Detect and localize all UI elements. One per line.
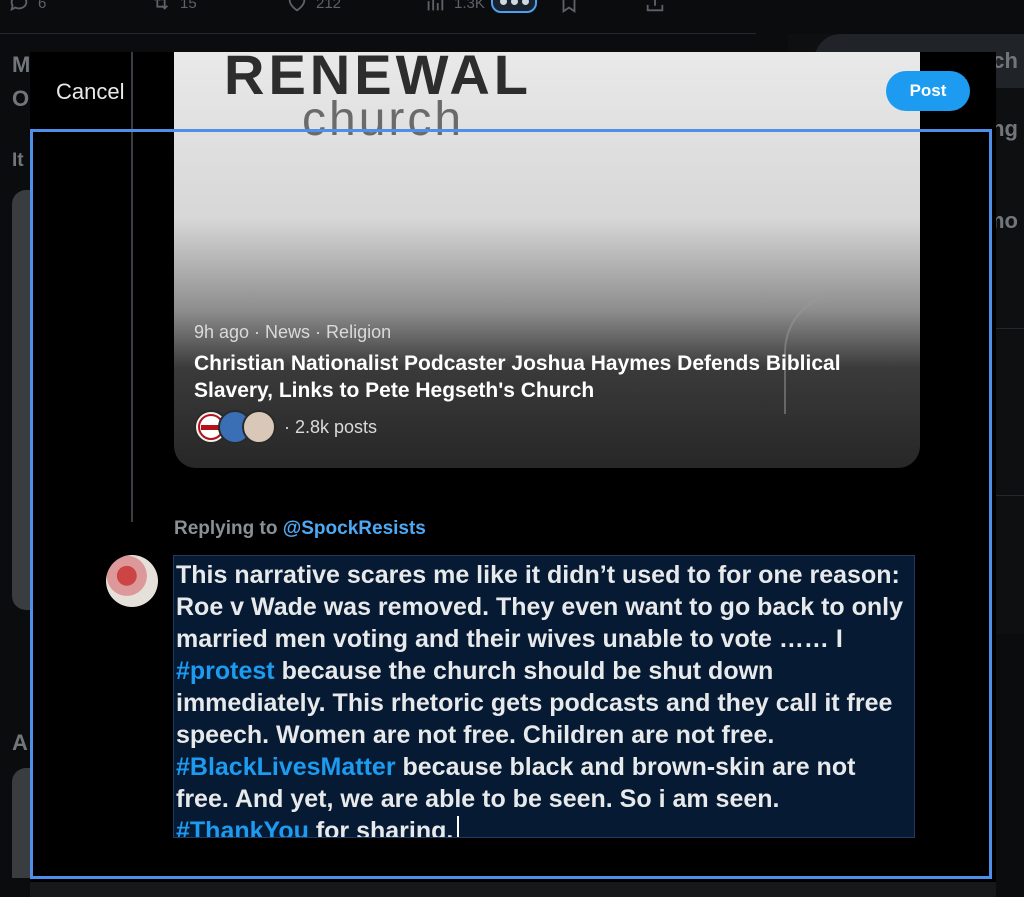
post-action-bar: 6 15 212 1.3K (0, 0, 760, 22)
repost-icon (154, 0, 169, 10)
views-count: 1.3K (454, 0, 485, 12)
compose-text-field[interactable]: This narrative scares me like it didn’t … (173, 555, 915, 838)
modal-header: Cancel Post (30, 52, 996, 130)
share-action[interactable] (644, 0, 666, 14)
views-icon (427, 0, 444, 11)
card-title[interactable]: Christian Nationalist Podcaster Joshua H… (194, 350, 904, 404)
avatar (242, 410, 276, 444)
modal-footer (30, 882, 996, 897)
cancel-button[interactable]: Cancel (56, 79, 124, 105)
replying-to: Replying to @SpockResists (174, 518, 426, 540)
repost-action[interactable]: 15 (150, 0, 197, 14)
compose-text: because the church should be shut down i… (176, 657, 893, 749)
views-action[interactable]: 1.3K (424, 0, 485, 14)
bg-media-card (12, 190, 32, 610)
bg-text: M (12, 52, 31, 77)
reply-icon (10, 0, 28, 12)
bg-media-card (12, 768, 32, 878)
dot-icon (521, 0, 529, 5)
like-action[interactable]: 212 (286, 0, 341, 14)
bookmark-action[interactable] (558, 0, 580, 14)
repost-count: 15 (180, 0, 197, 12)
card-avatar-stack: · 2.8k posts (194, 410, 377, 444)
replying-prefix: Replying to (174, 518, 283, 539)
bg-text: It (12, 150, 24, 171)
bg-text: O (12, 86, 30, 111)
post-button[interactable]: Post (886, 71, 970, 111)
reply-action[interactable]: 6 (8, 0, 46, 14)
avatar[interactable] (106, 555, 158, 607)
reply-count: 6 (38, 0, 47, 12)
card-meta: 9h ago · News · Religion (194, 322, 392, 342)
like-count: 212 (316, 0, 342, 12)
heart-icon (288, 0, 306, 12)
hashtag-link[interactable]: #protest (176, 657, 275, 685)
compose-text: for sharing. (308, 817, 454, 838)
bg-text: A (12, 730, 28, 755)
text-cursor (457, 816, 460, 837)
replying-handle[interactable]: @SpockResists (283, 518, 426, 539)
share-icon (646, 0, 664, 12)
bookmark-icon (562, 0, 576, 13)
dot-icon (510, 0, 518, 5)
hashtag-link[interactable]: #ThankYou (176, 817, 309, 837)
reply-compose-modal: RENEWAL church 9h ago · News · Religion … (30, 52, 996, 897)
hashtag-link[interactable]: #BlackLivesMatter (176, 753, 396, 781)
divider (0, 33, 756, 34)
post-count: · 2.8k posts (284, 416, 378, 437)
compose-text: This narrative scares me like it didn’t … (176, 561, 904, 653)
more-options-button[interactable] (491, 0, 537, 13)
dot-icon (499, 0, 507, 5)
